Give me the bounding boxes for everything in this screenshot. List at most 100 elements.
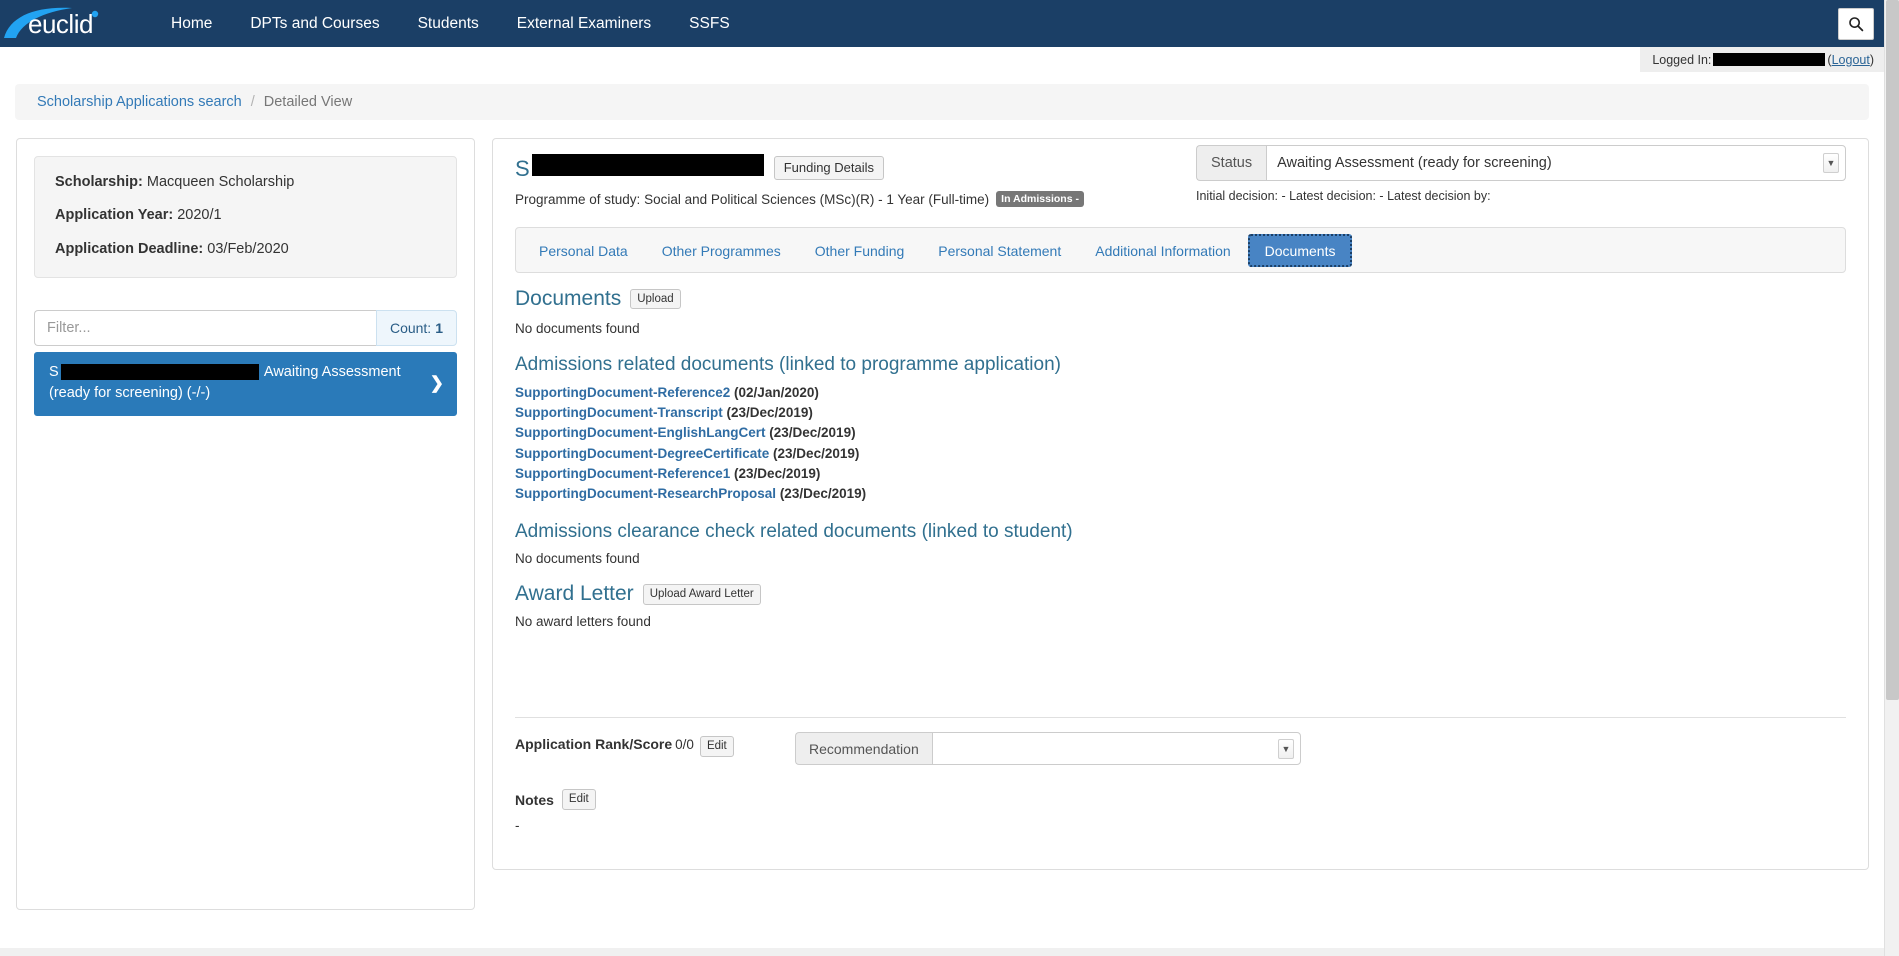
documents-tab-panel: Documents Upload No documents found Admi… xyxy=(515,273,1846,833)
info-row-application-year: Application Year: 2020/1 xyxy=(55,207,436,224)
recommendation-select-wrap: ▼ xyxy=(932,732,1301,765)
nav-links: Home DPTs and Courses Students External … xyxy=(152,0,749,47)
logout-paren-close: ) xyxy=(1870,53,1874,67)
info-value-scholarship: Macqueen Scholarship xyxy=(147,174,295,190)
recommendation-label: Recommendation xyxy=(795,732,932,765)
rank-value: 0/0 xyxy=(675,737,694,752)
notes-label: Notes xyxy=(515,792,554,808)
student-name-prefix: S xyxy=(515,156,530,182)
tab-bar: Personal Data Other Programmes Other Fun… xyxy=(515,227,1846,273)
tab-personal-data[interactable]: Personal Data xyxy=(522,234,645,267)
admissions-documents-heading: Admissions related documents (linked to … xyxy=(515,354,1846,376)
notes-value: - xyxy=(515,818,1846,833)
euclid-logo[interactable]: euclid xyxy=(0,0,130,47)
recommendation-select[interactable] xyxy=(932,732,1301,765)
document-link[interactable]: SupportingDocument-DegreeCertificate xyxy=(515,446,769,461)
documents-heading: Documents xyxy=(515,287,621,311)
search-button[interactable] xyxy=(1838,8,1874,40)
chevron-right-icon: ❯ xyxy=(430,372,444,397)
breadcrumb: Scholarship Applications search / Detail… xyxy=(15,84,1869,120)
document-link[interactable]: SupportingDocument-Reference1 xyxy=(515,466,730,481)
filter-input[interactable] xyxy=(34,310,376,346)
breadcrumb-separator: / xyxy=(251,94,255,110)
result-status: Awaiting Assessment xyxy=(264,364,401,380)
list-item: SupportingDocument-ResearchProposal (23/… xyxy=(515,485,1846,503)
search-icon xyxy=(1848,16,1864,32)
result-status-detail: (ready for screening) (-/-) xyxy=(49,385,210,401)
count-label: Count: xyxy=(390,320,431,336)
list-item[interactable]: S Awaiting Assessment (ready for screeni… xyxy=(34,352,457,416)
breadcrumb-item-detailed-view: Detailed View xyxy=(264,94,352,110)
count-value: 1 xyxy=(435,320,443,336)
status-label: Status xyxy=(1196,145,1266,181)
upload-button[interactable]: Upload xyxy=(630,289,680,310)
result-count-badge: Count:1 xyxy=(376,310,457,346)
clearance-documents-heading: Admissions clearance check related docum… xyxy=(515,521,1846,543)
tab-other-funding[interactable]: Other Funding xyxy=(798,234,922,267)
document-link[interactable]: SupportingDocument-Transcript xyxy=(515,405,723,420)
rank-recommendation-row: Application Rank/Score0/0 Edit Recommenda… xyxy=(515,732,1846,765)
edit-notes-button[interactable]: Edit xyxy=(562,789,596,810)
section-divider xyxy=(515,717,1846,718)
list-item: SupportingDocument-DegreeCertificate (23… xyxy=(515,445,1846,463)
documents-heading-row: Documents Upload xyxy=(515,287,1846,311)
document-date: (23/Dec/2019) xyxy=(773,446,859,461)
status-select-wrap: Awaiting Assessment (ready for screening… xyxy=(1266,145,1846,181)
logout-link[interactable]: Logout xyxy=(1832,53,1870,67)
document-date: (02/Jan/2020) xyxy=(734,385,819,400)
breadcrumb-item-scholarship-applications-search[interactable]: Scholarship Applications search xyxy=(37,94,242,110)
list-item: SupportingDocument-Reference2 (02/Jan/20… xyxy=(515,384,1846,402)
tab-other-programmes[interactable]: Other Programmes xyxy=(645,234,798,267)
decision-summary: Initial decision: - Latest decision: - L… xyxy=(1196,189,1846,203)
logged-in-label: Logged In: xyxy=(1652,53,1711,67)
page-scrollbar-thumb[interactable] xyxy=(1886,0,1899,700)
info-value-application-deadline: 03/Feb/2020 xyxy=(207,241,288,257)
navbar-right xyxy=(1838,8,1884,40)
document-link[interactable]: SupportingDocument-EnglishLangCert xyxy=(515,425,766,440)
tab-additional-information[interactable]: Additional Information xyxy=(1078,234,1247,267)
upload-award-letter-button[interactable]: Upload Award Letter xyxy=(643,584,761,605)
nav-link-dpts-and-courses[interactable]: DPTs and Courses xyxy=(231,0,398,47)
info-label-application-deadline: Application Deadline: xyxy=(55,241,203,257)
programme-label: Programme of study: xyxy=(515,192,640,207)
page-root: euclid Home DPTs and Courses Students Ex… xyxy=(0,0,1899,956)
notes-row: Notes Edit xyxy=(515,789,1846,810)
admissions-documents-list: SupportingDocument-Reference2 (02/Jan/20… xyxy=(515,384,1846,503)
tab-documents[interactable]: Documents xyxy=(1248,234,1353,267)
svg-text:euclid: euclid xyxy=(28,9,93,39)
detail-panel-inner: S Funding Details Programme of study: So… xyxy=(493,139,1868,869)
filter-group: Count:1 xyxy=(34,310,457,346)
nav-link-external-examiners[interactable]: External Examiners xyxy=(498,0,670,47)
nav-link-home[interactable]: Home xyxy=(152,0,231,47)
page-scrollbar[interactable] xyxy=(1884,0,1899,956)
logged-in-username-redacted xyxy=(1713,53,1825,66)
document-date: (23/Dec/2019) xyxy=(769,425,855,440)
funding-details-button[interactable]: Funding Details xyxy=(774,156,884,181)
detail-panel: S Funding Details Programme of study: So… xyxy=(492,138,1869,870)
sidebar-panel: Scholarship: Macqueen Scholarship Applic… xyxy=(16,138,475,910)
info-row-scholarship: Scholarship: Macqueen Scholarship xyxy=(55,174,436,191)
nav-link-ssfs[interactable]: SSFS xyxy=(670,0,748,47)
clearance-empty-text: No documents found xyxy=(515,551,1846,566)
list-item: SupportingDocument-EnglishLangCert (23/D… xyxy=(515,424,1846,442)
list-item: SupportingDocument-Reference1 (23/Dec/20… xyxy=(515,465,1846,483)
award-letter-heading-row: Award Letter Upload Award Letter xyxy=(515,582,1846,606)
status-badge: In Admissions - xyxy=(996,191,1084,207)
result-list: S Awaiting Assessment (ready for screeni… xyxy=(34,352,457,416)
document-link[interactable]: SupportingDocument-Reference2 xyxy=(515,385,730,400)
document-date: (23/Dec/2019) xyxy=(780,486,866,501)
documents-empty-text: No documents found xyxy=(515,321,1846,336)
rank-label: Application Rank/Score xyxy=(515,736,672,752)
logged-in-bar: Logged In: (Logout) xyxy=(1640,47,1884,72)
top-navbar: euclid Home DPTs and Courses Students Ex… xyxy=(0,0,1884,47)
edit-rank-button[interactable]: Edit xyxy=(700,736,734,757)
info-label-scholarship: Scholarship: xyxy=(55,174,143,190)
award-letter-empty-text: No award letters found xyxy=(515,614,1846,629)
tab-personal-statement[interactable]: Personal Statement xyxy=(921,234,1078,267)
nav-link-students[interactable]: Students xyxy=(399,0,498,47)
document-link[interactable]: SupportingDocument-ResearchProposal xyxy=(515,486,776,501)
status-select[interactable]: Awaiting Assessment (ready for screening… xyxy=(1266,145,1846,181)
page-title: S xyxy=(515,154,766,182)
award-letter-heading: Award Letter xyxy=(515,582,634,606)
info-row-application-deadline: Application Deadline: 03/Feb/2020 xyxy=(55,241,436,258)
